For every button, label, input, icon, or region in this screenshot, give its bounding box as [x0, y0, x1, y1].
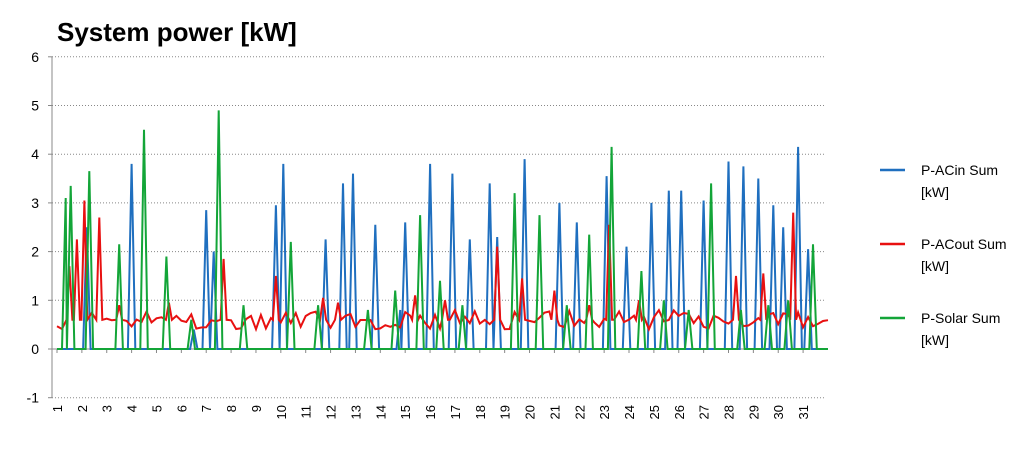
- y-tick-label: 4: [31, 146, 39, 162]
- x-tick-label: 1: [50, 405, 65, 412]
- legend-label: P-ACout Sum: [921, 236, 1007, 252]
- y-tick-label: -1: [27, 390, 40, 406]
- x-tick-label: 16: [423, 405, 438, 419]
- y-tick-label: 0: [31, 341, 39, 357]
- x-tick-label: 7: [199, 405, 214, 412]
- x-tick-label: 2: [75, 405, 90, 412]
- x-tick-label: 4: [125, 405, 140, 412]
- line-chart: System power [kW] -10123456 1 2 3 4 5 6 7 8 9 10 1…: [27, 17, 1007, 419]
- chart-container: System power [kW] -1 0 1 2 3 4 5 6 1 2 3 4 5 6 7 8 9 10 1…: [0, 0, 1026, 450]
- chart-title: System power [kW]: [57, 17, 297, 47]
- x-tick-label: 26: [672, 405, 687, 419]
- x-tick-label: 28: [721, 405, 736, 419]
- y-tick-label: 3: [31, 195, 39, 211]
- x-tick-label: 23: [597, 405, 612, 419]
- x-tick-label: 13: [348, 405, 363, 419]
- x-tick-label: 3: [100, 405, 115, 412]
- x-tick-label: 15: [398, 405, 413, 419]
- legend-label: [kW]: [921, 332, 949, 348]
- x-tick-label: 29: [746, 405, 761, 419]
- x-tick-label: 5: [149, 405, 164, 412]
- y-tick-label: 1: [31, 292, 39, 308]
- x-tick-label: 9: [249, 405, 264, 412]
- x-tick-label: 25: [647, 405, 662, 419]
- y-tick-label: 2: [31, 244, 39, 260]
- x-tick-label: 21: [547, 405, 562, 419]
- x-tick-label: 14: [373, 405, 388, 419]
- x-tick-label: 8: [224, 405, 239, 412]
- series-line-2: [57, 110, 828, 350]
- x-tick-label: 30: [771, 405, 786, 419]
- x-tick-label: 17: [448, 405, 463, 419]
- x-tick-label: 18: [473, 405, 488, 419]
- x-tick-label: 27: [697, 405, 712, 419]
- x-tick-label: 12: [324, 405, 339, 419]
- x-tick-label: 6: [174, 405, 189, 412]
- legend-label: P-ACin Sum: [921, 162, 998, 178]
- x-tick-label: 11: [299, 405, 314, 419]
- legend-label: P-Solar Sum: [921, 310, 1000, 326]
- y-tick-label: 5: [31, 98, 39, 114]
- x-tick-label: 19: [498, 405, 513, 419]
- x-tick-label: 22: [572, 405, 587, 419]
- x-tick-label: 24: [622, 405, 637, 419]
- legend-label: [kW]: [921, 184, 949, 200]
- x-tick-label: 10: [274, 405, 289, 419]
- x-tick-label: 31: [796, 405, 811, 419]
- x-tick-label: 20: [523, 405, 538, 419]
- legend-label: [kW]: [921, 258, 949, 274]
- y-tick-label: 6: [31, 49, 39, 65]
